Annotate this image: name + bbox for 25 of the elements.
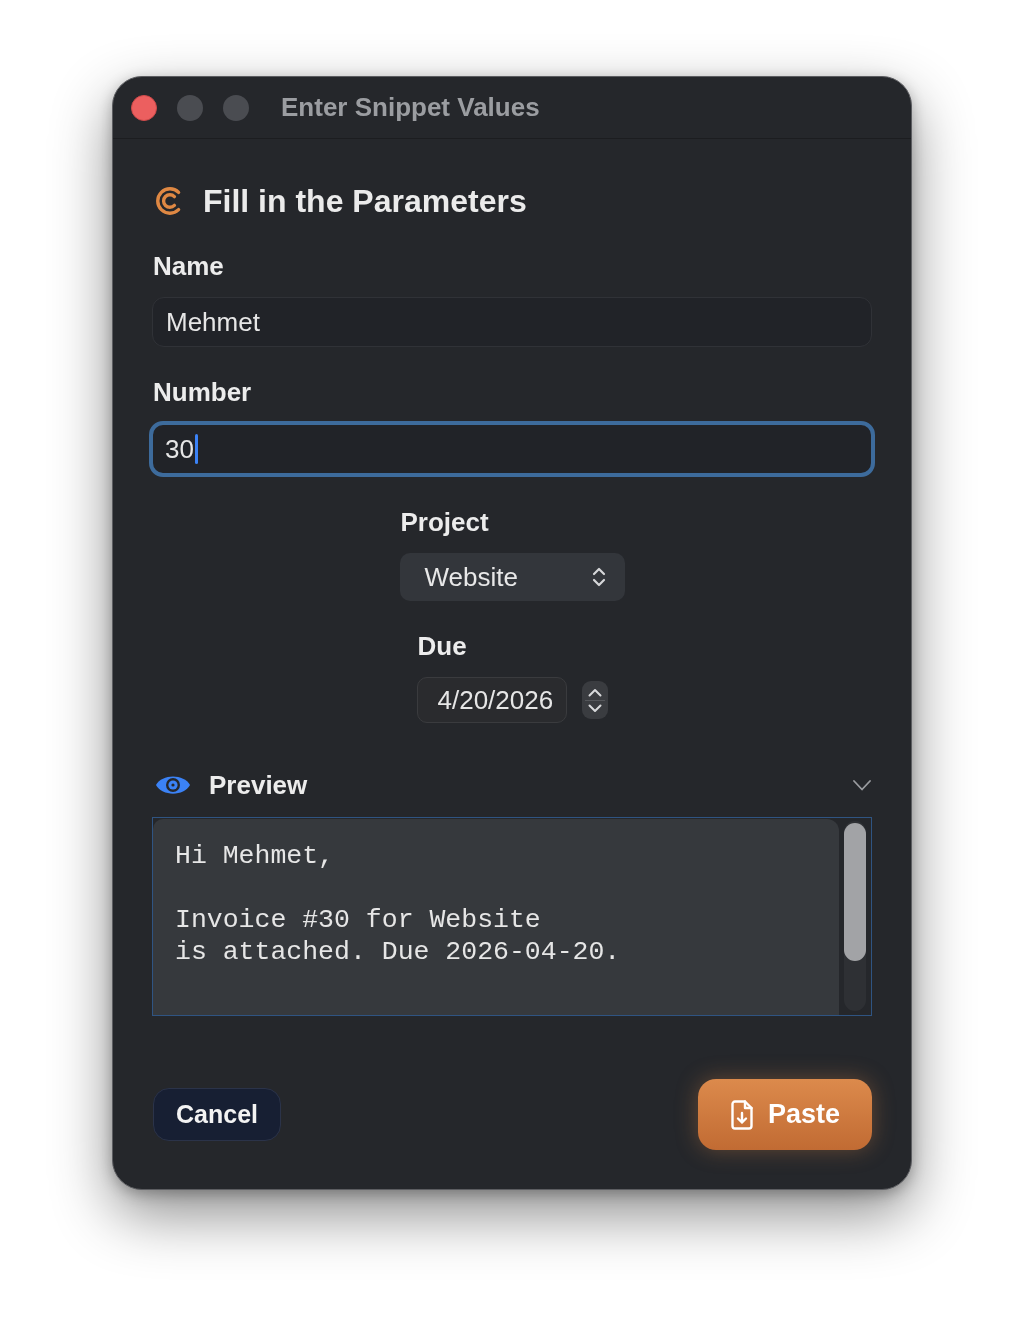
preview-paragraph: Hi Mehmet, [175,840,335,872]
field-label: Project [399,507,489,537]
field-label: Number [152,377,252,407]
document-download-icon [729,1098,754,1131]
eye-icon [155,773,191,797]
preview-paragraph: Invoice #30 for Website is attached. Due 2026-04-20. [175,904,621,968]
project-select[interactable]: Website [399,553,625,601]
scrollbar-track[interactable] [844,821,866,1011]
chevron-up-icon [587,687,602,697]
up-down-chevron-icon [591,566,606,588]
window-title: Enter Snippet Values [281,92,540,123]
section-title: Preview [209,769,308,801]
close-button[interactable] [131,94,157,121]
field-label: Name [152,251,224,281]
chevron-down-icon [587,703,602,713]
chevron-down-icon[interactable] [853,779,871,791]
cancel-button[interactable]: Cancel [153,1088,281,1141]
field-label: Due [416,631,467,661]
text-field[interactable]: Mehmet [152,297,872,347]
date-field[interactable]: 4/20/2026 [416,677,567,723]
text-cursor-icon [194,434,198,464]
text-field[interactable]: 30 [149,421,875,477]
scrollbar-thumb[interactable] [844,823,866,961]
date-stepper[interactable] [581,681,608,719]
dialog-heading: Fill in the Parameters [203,182,527,220]
